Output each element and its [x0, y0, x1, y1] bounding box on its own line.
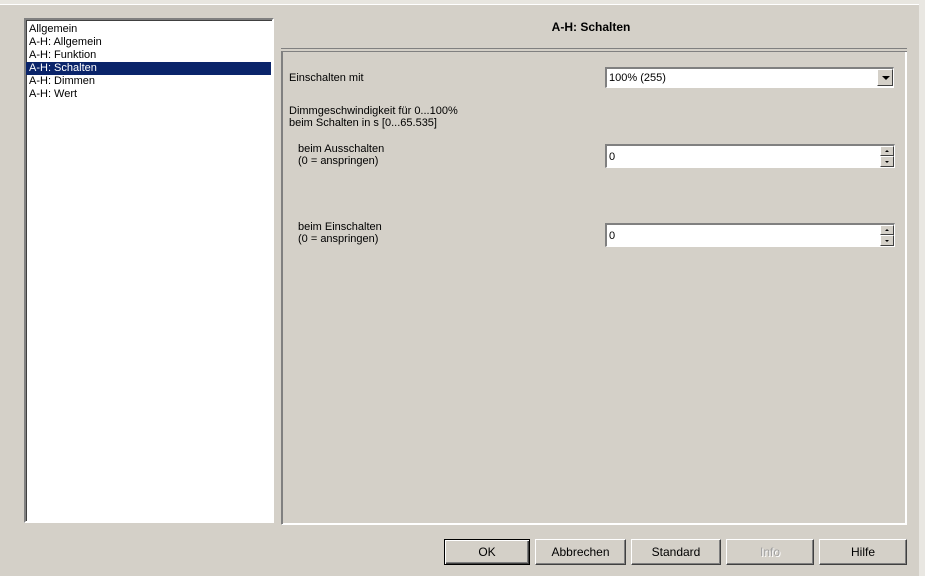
nav-item-ah-wert[interactable]: A-H: Wert: [26, 88, 271, 101]
cancel-button[interactable]: Abbrechen: [535, 539, 626, 565]
parameter-group-frame-top: [281, 48, 907, 52]
window-right-edge: [919, 0, 925, 576]
nav-item-allgemein[interactable]: Allgemein: [26, 23, 271, 36]
nav-item-ah-funktion[interactable]: A-H: Funktion: [26, 49, 271, 62]
nav-item-ah-allgemein[interactable]: A-H: Allgemein: [26, 36, 271, 49]
spin-up-icon[interactable]: [880, 146, 894, 156]
dimm-heading-line2: beim Schalten in s [0...65.535]: [289, 117, 437, 129]
einschalten-spinner: [880, 225, 894, 246]
page-title: A-H: Schalten: [551, 20, 631, 34]
ausschalten-value[interactable]: 0: [609, 151, 615, 163]
window-top-edge: [0, 0, 925, 5]
einschalten-spin-field[interactable]: 0: [605, 223, 895, 247]
help-button[interactable]: Hilfe: [819, 539, 907, 565]
dimm-heading-line1: Dimmgeschwindigkeit für 0...100%: [289, 105, 458, 117]
spin-up-icon[interactable]: [880, 225, 894, 235]
spin-down-icon[interactable]: [880, 235, 894, 246]
einschalten-label-line2: (0 = anspringen): [298, 233, 379, 245]
ausschalten-label-line2: (0 = anspringen): [298, 155, 379, 167]
ausschalten-spinner: [880, 146, 894, 167]
nav-item-ah-schalten[interactable]: A-H: Schalten: [26, 62, 271, 75]
einschalten-mit-label: Einschalten mit: [289, 72, 364, 84]
standard-button[interactable]: Standard: [631, 539, 721, 565]
einschalten-label-line1: beim Einschalten: [298, 221, 382, 233]
parameter-page-list[interactable]: Allgemein A-H: Allgemein A-H: Funktion A…: [24, 18, 274, 523]
ausschalten-spin-field[interactable]: 0: [605, 144, 895, 168]
spin-down-icon[interactable]: [880, 156, 894, 167]
einschalten-mit-select[interactable]: 100% (255): [605, 67, 894, 88]
nav-item-ah-dimmen[interactable]: A-H: Dimmen: [26, 75, 271, 88]
chevron-down-icon[interactable]: [877, 69, 893, 86]
ok-button[interactable]: OK: [444, 539, 530, 565]
ausschalten-label-line1: beim Ausschalten: [298, 143, 385, 155]
einschalten-value[interactable]: 0: [609, 230, 615, 242]
einschalten-mit-value: 100% (255): [609, 72, 666, 84]
info-button: Info: [726, 539, 814, 565]
